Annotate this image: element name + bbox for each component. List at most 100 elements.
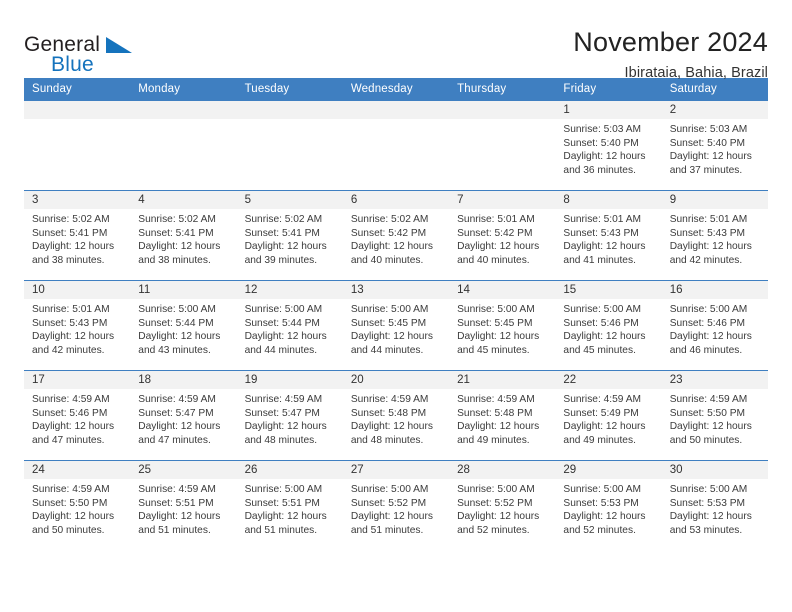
weekday-sunday: Sunday — [32, 83, 72, 95]
day-cell[interactable] — [130, 101, 237, 190]
daylight-text-line1: Daylight: 12 hours — [138, 421, 221, 433]
day-cell[interactable]: 21 Sunrise: 4:59 AM Sunset: 5:48 PM Dayl… — [449, 371, 556, 460]
day-cell[interactable]: 25 Sunrise: 4:59 AM Sunset: 5:51 PM Dayl… — [130, 461, 237, 550]
day-info: Sunrise: 5:02 AM Sunset: 5:42 PM Dayligh… — [343, 209, 449, 267]
day-cell[interactable]: 30 Sunrise: 5:00 AM Sunset: 5:53 PM Dayl… — [661, 461, 768, 550]
day-info: Sunrise: 5:00 AM Sunset: 5:52 PM Dayligh… — [343, 479, 449, 537]
day-cell[interactable]: 7 Sunrise: 5:01 AM Sunset: 5:42 PM Dayli… — [449, 191, 556, 280]
day-cell[interactable]: 28 Sunrise: 5:00 AM Sunset: 5:52 PM Dayl… — [449, 461, 556, 550]
daylight-text-line1: Daylight: 12 hours — [457, 241, 540, 253]
day-number: 18 — [130, 371, 237, 389]
sunset-text: Sunset: 5:43 PM — [32, 317, 108, 329]
sunrise-text: Sunrise: 5:02 AM — [138, 214, 216, 225]
day-cell[interactable]: 8 Sunrise: 5:01 AM Sunset: 5:43 PM Dayli… — [555, 191, 662, 280]
day-number: 13 — [342, 281, 450, 299]
page-title: November 2024 — [573, 27, 768, 57]
day-cell[interactable]: 1 Sunrise: 5:03 AM Sunset: 5:40 PM Dayli… — [555, 101, 662, 190]
daylight-text-line2: and 52 minutes. — [457, 524, 530, 536]
day-cell[interactable]: 27 Sunrise: 5:00 AM Sunset: 5:52 PM Dayl… — [342, 461, 450, 550]
day-info: Sunrise: 5:00 AM Sunset: 5:44 PM Dayligh… — [237, 299, 343, 357]
sunrise-text: Sunrise: 5:02 AM — [350, 214, 429, 225]
sunset-text: Sunset: 5:43 PM — [563, 227, 639, 239]
day-cell[interactable] — [236, 101, 343, 190]
sunset-text: Sunset: 5:51 PM — [138, 497, 214, 509]
daylight-text-line2: and 47 minutes. — [32, 434, 105, 446]
day-info: Sunrise: 5:03 AM Sunset: 5:40 PM Dayligh… — [555, 119, 661, 177]
day-cell[interactable]: 6 Sunrise: 5:02 AM Sunset: 5:42 PM Dayli… — [342, 191, 450, 280]
day-cell[interactable]: 24 Sunrise: 4:59 AM Sunset: 5:50 PM Dayl… — [24, 461, 131, 550]
day-cell[interactable] — [449, 101, 556, 190]
daylight-text-line2: and 44 minutes. — [244, 344, 318, 356]
sunrise-text: Sunrise: 5:00 AM — [457, 484, 535, 495]
sunrise-text: Sunrise: 5:03 AM — [669, 124, 748, 135]
sunset-text: Sunset: 5:41 PM — [138, 227, 214, 239]
day-number: 16 — [661, 281, 768, 299]
daylight-text-line1: Daylight: 12 hours — [32, 241, 115, 253]
day-number: 30 — [661, 461, 768, 479]
day-cell[interactable]: 5 Sunrise: 5:02 AM Sunset: 5:41 PM Dayli… — [236, 191, 343, 280]
sunset-text: Sunset: 5:52 PM — [457, 497, 533, 509]
sunrise-text: Sunrise: 5:01 AM — [563, 214, 641, 225]
sunrise-text: Sunrise: 5:00 AM — [350, 484, 429, 495]
sunset-text: Sunset: 5:53 PM — [669, 497, 746, 509]
sunset-text: Sunset: 5:44 PM — [244, 317, 320, 329]
day-number: 24 — [24, 461, 131, 479]
day-cell[interactable]: 22 Sunrise: 4:59 AM Sunset: 5:49 PM Dayl… — [555, 371, 662, 460]
daylight-text-line2: and 42 minutes. — [32, 344, 105, 356]
day-number: 29 — [555, 461, 662, 479]
day-cell[interactable]: 11 Sunrise: 5:00 AM Sunset: 5:44 PM Dayl… — [130, 281, 237, 370]
day-cell[interactable]: 26 Sunrise: 5:00 AM Sunset: 5:51 PM Dayl… — [236, 461, 343, 550]
page-header: General Blue November 2024 Ibirataia, Ba… — [24, 0, 768, 82]
sunrise-text: Sunrise: 5:00 AM — [669, 304, 748, 315]
day-info: Sunrise: 5:00 AM Sunset: 5:46 PM Dayligh… — [555, 299, 661, 357]
day-cell[interactable]: 15 Sunrise: 5:00 AM Sunset: 5:46 PM Dayl… — [555, 281, 662, 370]
day-info: Sunrise: 5:03 AM Sunset: 5:40 PM Dayligh… — [662, 119, 768, 177]
sunrise-text: Sunrise: 4:59 AM — [669, 394, 748, 405]
day-info: Sunrise: 5:01 AM Sunset: 5:42 PM Dayligh… — [449, 209, 555, 267]
day-number: 27 — [342, 461, 450, 479]
day-cell[interactable]: 14 Sunrise: 5:00 AM Sunset: 5:45 PM Dayl… — [449, 281, 556, 370]
day-cell[interactable]: 3 Sunrise: 5:02 AM Sunset: 5:41 PM Dayli… — [24, 191, 131, 280]
day-cell[interactable]: 13 Sunrise: 5:00 AM Sunset: 5:45 PM Dayl… — [342, 281, 450, 370]
daylight-text-line1: Daylight: 12 hours — [563, 331, 646, 343]
day-cell[interactable]: 10 Sunrise: 5:01 AM Sunset: 5:43 PM Dayl… — [24, 281, 131, 370]
day-info: Sunrise: 5:02 AM Sunset: 5:41 PM Dayligh… — [237, 209, 343, 267]
day-cell[interactable]: 17 Sunrise: 4:59 AM Sunset: 5:46 PM Dayl… — [24, 371, 131, 460]
day-cell[interactable]: 16 Sunrise: 5:00 AM Sunset: 5:46 PM Dayl… — [661, 281, 768, 370]
daylight-text-line2: and 40 minutes. — [457, 254, 530, 266]
day-cell[interactable]: 9 Sunrise: 5:01 AM Sunset: 5:43 PM Dayli… — [661, 191, 768, 280]
day-cell[interactable]: 29 Sunrise: 5:00 AM Sunset: 5:53 PM Dayl… — [555, 461, 662, 550]
day-cell[interactable]: 20 Sunrise: 4:59 AM Sunset: 5:48 PM Dayl… — [342, 371, 450, 460]
day-number: 28 — [449, 461, 556, 479]
day-cell[interactable]: 12 Sunrise: 5:00 AM Sunset: 5:44 PM Dayl… — [236, 281, 343, 370]
daylight-text-line1: Daylight: 12 hours — [669, 421, 752, 433]
sunset-text: Sunset: 5:43 PM — [669, 227, 746, 239]
day-cell[interactable]: 18 Sunrise: 4:59 AM Sunset: 5:47 PM Dayl… — [130, 371, 237, 460]
day-cell[interactable] — [342, 101, 450, 190]
weekday-header-row: Sunday Monday Tuesday Wednesday Thursday… — [24, 78, 768, 101]
general-blue-logo[interactable]: General Blue — [24, 26, 144, 76]
day-number: 22 — [555, 371, 662, 389]
sunrise-text: Sunrise: 5:03 AM — [563, 124, 641, 135]
day-cell[interactable]: 23 Sunrise: 4:59 AM Sunset: 5:50 PM Dayl… — [661, 371, 768, 460]
day-number: 12 — [236, 281, 343, 299]
day-number — [236, 101, 343, 119]
sunrise-text: Sunrise: 5:02 AM — [244, 214, 323, 225]
week-row: 24 Sunrise: 4:59 AM Sunset: 5:50 PM Dayl… — [24, 460, 768, 550]
daylight-text-line2: and 38 minutes. — [138, 254, 211, 266]
weekday-saturday: Saturday — [669, 83, 717, 95]
weekday-wednesday: Wednesday — [350, 83, 413, 95]
daylight-text-line2: and 45 minutes. — [457, 344, 530, 356]
day-cell[interactable] — [24, 101, 131, 190]
sunset-text: Sunset: 5:46 PM — [669, 317, 746, 329]
day-cell[interactable]: 4 Sunrise: 5:02 AM Sunset: 5:41 PM Dayli… — [130, 191, 237, 280]
daylight-text-line2: and 46 minutes. — [669, 344, 743, 356]
daylight-text-line2: and 48 minutes. — [350, 434, 424, 446]
logo-triangle-icon — [106, 37, 132, 53]
day-cell[interactable]: 19 Sunrise: 4:59 AM Sunset: 5:47 PM Dayl… — [236, 371, 343, 460]
daylight-text-line1: Daylight: 12 hours — [138, 241, 221, 253]
day-info — [237, 119, 343, 123]
day-cell[interactable]: 2 Sunrise: 5:03 AM Sunset: 5:40 PM Dayli… — [661, 101, 768, 190]
sunrise-text: Sunrise: 5:00 AM — [138, 304, 216, 315]
weekday-monday: Monday — [138, 83, 181, 95]
